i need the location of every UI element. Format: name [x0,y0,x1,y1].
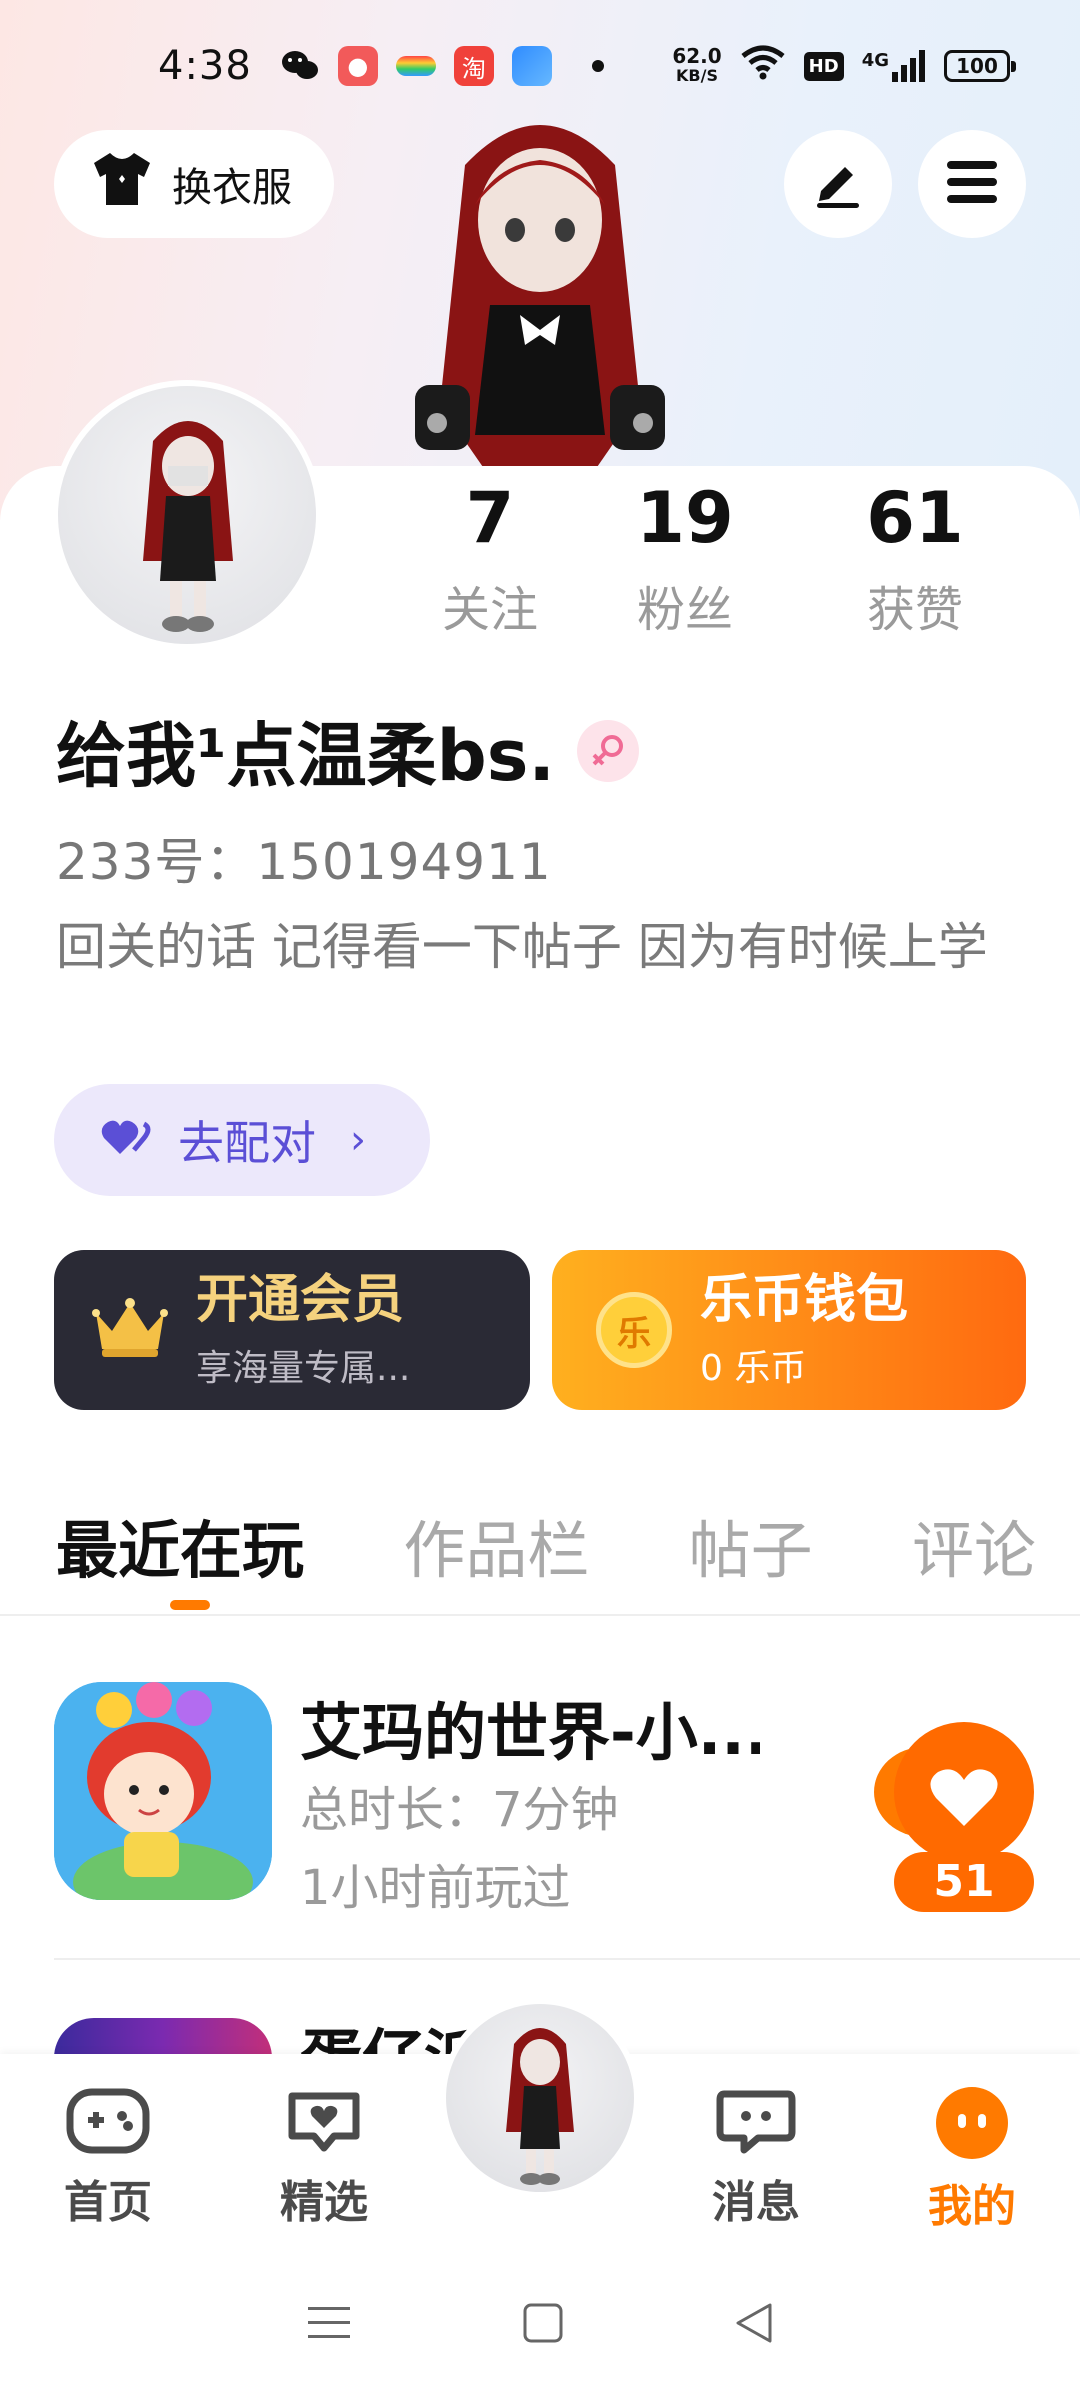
coin-icon: 乐 [596,1292,672,1368]
tab-recently-played[interactable]: 最近在玩 [56,1500,304,1590]
gamepad-icon [66,2088,150,2160]
nav-home[interactable]: 首页 [28,2086,188,2230]
stat-likes-label: 获赞 [866,582,963,638]
stat-likes-count: 61 [866,477,964,559]
tab-works[interactable]: 作品栏 [403,1500,589,1590]
chevron-right-icon: › [350,1117,366,1163]
signal-icon: 4G [862,50,926,82]
tabs-divider [0,1614,1080,1616]
menu-button[interactable] [918,130,1026,238]
wifi-icon [740,44,786,89]
stat-following[interactable]: 7 关注 [410,478,570,640]
change-outfit-label: 换衣服 [172,165,292,211]
network-type: 4G [861,50,889,71]
wechat-icon [280,46,320,86]
hamburger-menu-icon [945,159,999,209]
nav-avatar-image [446,2004,634,2192]
network-speed-value: 62.0 [672,44,722,68]
network-speed-unit: KB/S [676,66,718,85]
profile-tabs: 最近在玩 作品栏 帖子 评论 [56,1500,1036,1590]
heart-chat-icon [282,2092,366,2160]
nav-me[interactable]: 我的 [892,2086,1052,2234]
game-last-played: 1小时前玩过 [300,1860,571,1916]
vip-card-title: 开通会员 [196,1270,405,1330]
profile-stats: 7 关注 19 粉丝 61 获赞 [410,478,1050,640]
stat-following-label: 关注 [441,582,538,638]
more-notifications-dot [591,60,604,72]
double-heart-icon [100,1113,156,1167]
go-match-label: 去配对 [178,1116,316,1170]
nav-messages-label: 消息 [712,2177,800,2228]
battery-indicator: 100 [944,50,1016,82]
vip-membership-card[interactable]: 开通会员 享海量专属... [54,1250,530,1410]
tab-posts[interactable]: 帖子 [689,1500,813,1590]
game-title: 艾玛的世界-小... [300,1696,760,1769]
nav-messages[interactable]: 消息 [676,2086,836,2230]
game-like-count: 51 [933,1856,995,1907]
game-like-button[interactable]: 51 [864,1722,1034,1912]
back-triangle-icon[interactable] [732,2301,776,2349]
edit-profile-button[interactable] [784,130,892,238]
coin-card-title: 乐币钱包 [700,1270,909,1330]
message-icon [714,2090,798,2160]
game-icon-partial [54,2018,272,2058]
stat-likes[interactable]: 61 获赞 [800,478,1030,640]
stat-followers-label: 粉丝 [636,582,733,638]
profile-face-icon [930,2087,1014,2164]
user-id: 233号：150194911 [56,833,552,891]
nav-home-label: 首页 [64,2177,152,2228]
home-square-icon[interactable] [521,2301,565,2349]
hd-badge: HD [803,51,844,81]
game-total-duration: 总时长：7分钟 [300,1782,619,1838]
go-match-button[interactable]: 去配对 › [54,1084,430,1196]
change-outfit-button[interactable]: 换衣服 [54,130,334,238]
user-bio: 回关的话 记得看一下帖子 因为有时候上学 [56,918,988,976]
nav-avatar-button[interactable] [440,1998,640,2198]
system-navigation-bar [0,2250,1080,2400]
nav-featured-label: 精选 [280,2177,368,2228]
crown-icon [92,1297,168,1363]
active-tab-indicator [170,1600,210,1610]
stat-followers-count: 19 [636,477,734,559]
stat-followers[interactable]: 19 粉丝 [570,478,800,640]
vip-card-subtitle: 享海量专属... [196,1348,411,1389]
nickname-row: 给我¹点温柔bs. [56,700,640,801]
stat-following-count: 7 [465,477,515,559]
tshirt-icon [90,151,154,217]
profile-avatar[interactable] [52,380,322,650]
game-icon [54,1682,272,1900]
coin-card-balance: 0 乐币 [700,1348,807,1389]
status-time: 4:38 [158,43,252,89]
pen-icon [811,155,865,213]
blue-app-icon [511,46,552,86]
app-notification-icon: ● [337,46,378,86]
bottom-navigation-bar: 首页 精选 消息 我的 [0,1998,1080,2250]
taobao-icon: 淘 [453,46,494,86]
game-list-item[interactable]: 艾玛的世界-小... 总时长：7分钟 1小时前玩过 51 [54,1682,1034,1916]
nav-me-label: 我的 [928,2181,1016,2232]
recent-apps-icon[interactable] [304,2303,354,2347]
female-gender-icon [577,719,640,782]
nav-featured[interactable]: 精选 [244,2086,404,2230]
tab-comments[interactable]: 评论 [912,1500,1036,1590]
rainbow-app-icon [395,56,436,76]
coin-wallet-card[interactable]: 乐 乐币钱包 0 乐币 [552,1250,1026,1410]
avatar-character-figure [395,105,685,470]
network-speed: 62.0 KB/S [672,46,721,86]
list-divider [54,1958,1080,1960]
nickname: 给我¹点温柔bs. [56,715,556,797]
